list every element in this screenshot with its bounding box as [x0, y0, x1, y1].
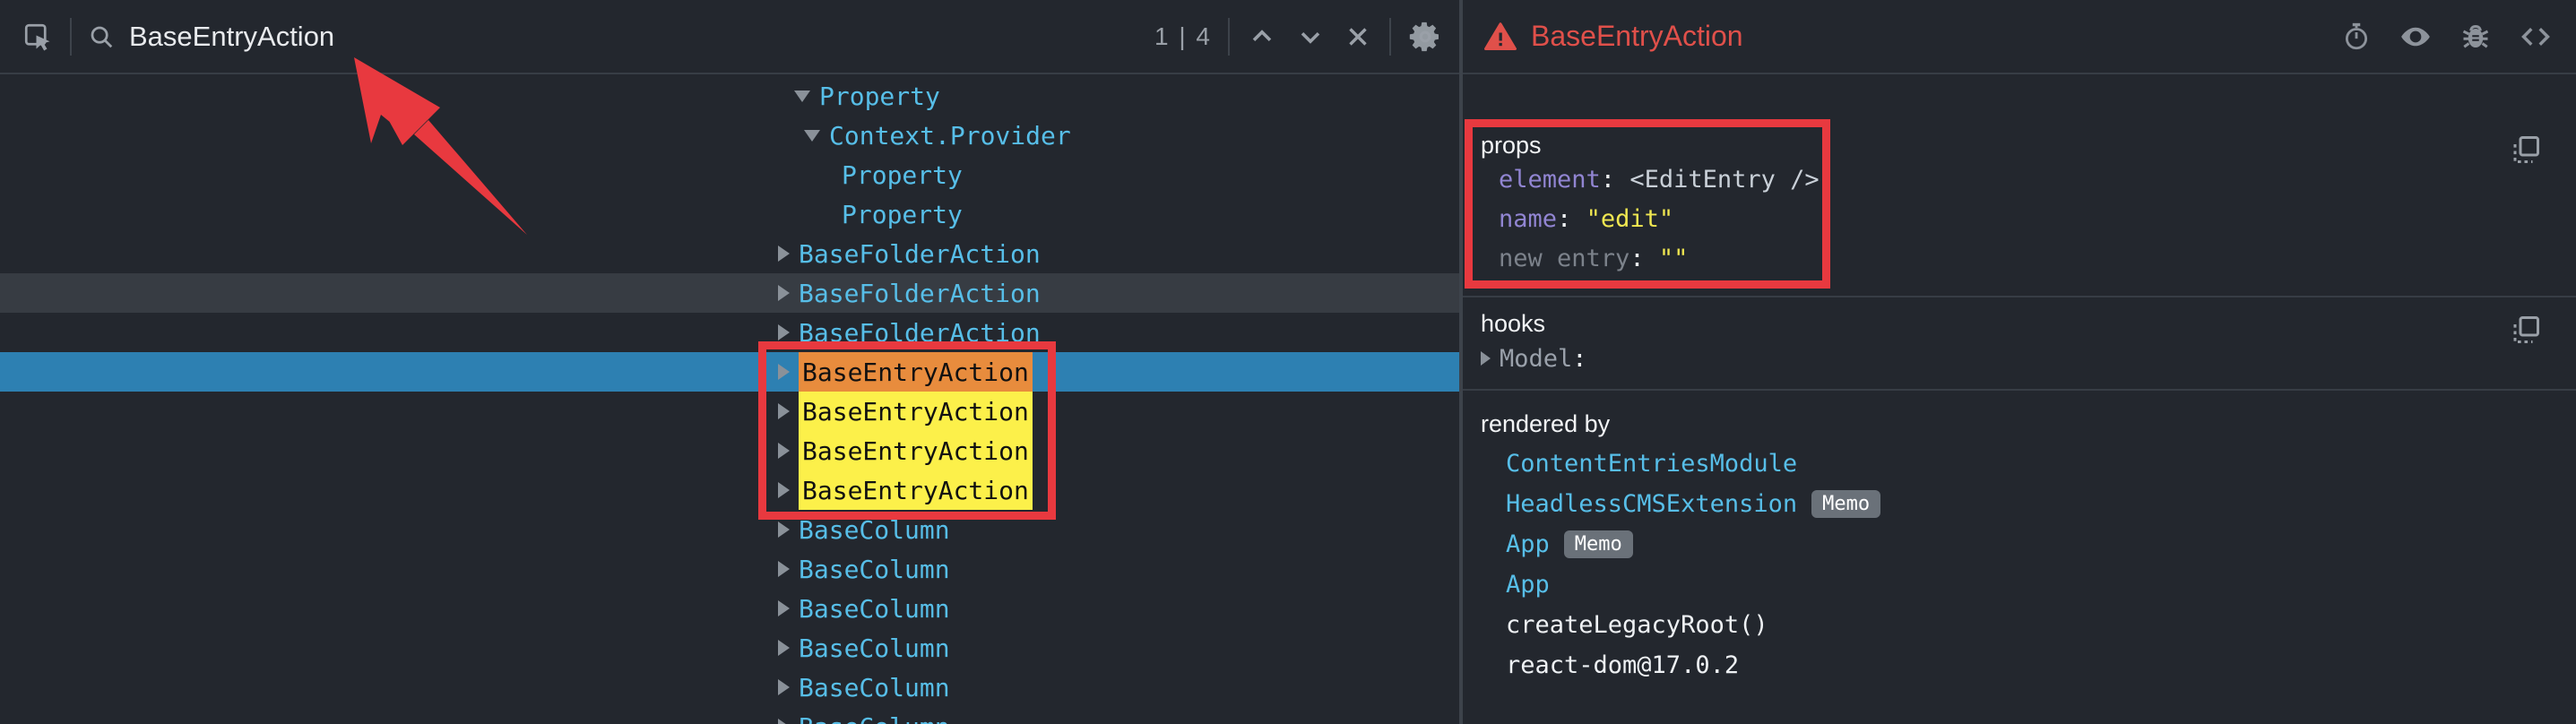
gear-icon[interactable]: [1407, 19, 1443, 55]
rendered-by-section: rendered by ContentEntriesModule Headles…: [1463, 389, 2576, 724]
hook-name: Model: [1500, 345, 1572, 373]
tree-row-hovered[interactable]: BaseFolderAction: [0, 273, 1459, 313]
component-name: BaseColumn: [799, 555, 950, 584]
component-tree: Property Context.Provider Property Prope…: [0, 76, 1459, 724]
component-name: Property: [842, 160, 963, 190]
component-name: BaseColumn: [799, 673, 950, 702]
tree-row[interactable]: Context.Provider: [0, 116, 1459, 155]
component-name: BaseColumn: [799, 594, 950, 624]
tree-row[interactable]: BaseFolderAction: [0, 234, 1459, 273]
chevron-down-icon[interactable]: [1294, 21, 1327, 53]
copy-icon[interactable]: [2510, 314, 2542, 350]
tree-row[interactable]: BaseColumn: [0, 628, 1459, 668]
owner-link[interactable]: App: [1506, 530, 1550, 558]
chevron-up-icon[interactable]: [1246, 21, 1278, 53]
search-result-count: 1 | 4: [1154, 22, 1212, 51]
tree-row[interactable]: BaseFolderAction: [0, 313, 1459, 352]
component-name: BaseFolderAction: [799, 239, 1041, 269]
tree-row[interactable]: Property: [0, 155, 1459, 194]
caret-right-icon[interactable]: [778, 640, 790, 656]
tree-toolbar: 1 | 4: [0, 0, 1459, 74]
toolbar-divider: [70, 18, 72, 56]
annotation-box-props: [1465, 119, 1830, 289]
rendered-by-item[interactable]: App: [1463, 565, 2576, 605]
warning-triangle-icon: [1484, 21, 1517, 53]
rendered-by-label: rendered by: [1463, 410, 2576, 438]
component-name: BaseColumn: [799, 712, 950, 724]
eye-icon[interactable]: [2399, 20, 2433, 54]
toolbar-divider: [1389, 18, 1391, 56]
rendered-by-item: createLegacyRoot(): [1463, 605, 2576, 645]
react-version-label: react-dom@17.0.2: [1506, 651, 1739, 679]
bug-icon[interactable]: [2459, 21, 2492, 53]
hooks-section: hooks Model :: [1463, 296, 2576, 389]
caret-right-icon[interactable]: [778, 600, 790, 616]
hook-row[interactable]: Model :: [1463, 338, 2576, 379]
selected-component-title: BaseEntryAction: [1531, 20, 1743, 53]
rendered-by-item[interactable]: App Memo: [1463, 524, 2576, 565]
tree-row[interactable]: BaseColumn: [0, 668, 1459, 707]
tree-row[interactable]: BaseColumn: [0, 707, 1459, 724]
tree-row[interactable]: BaseColumn: [0, 589, 1459, 628]
tree-row-selected[interactable]: BaseEntryAction: [0, 352, 1459, 392]
caret-down-icon[interactable]: [794, 90, 810, 102]
code-brackets-icon[interactable]: [2519, 20, 2553, 54]
caret-right-icon[interactable]: [778, 246, 790, 262]
component-name: BaseFolderAction: [799, 279, 1041, 308]
tree-row[interactable]: BaseColumn: [0, 510, 1459, 549]
tree-row[interactable]: Property: [0, 76, 1459, 116]
tree-row[interactable]: Property: [0, 194, 1459, 234]
stopwatch-icon[interactable]: [2341, 22, 2372, 52]
colon: :: [1572, 345, 1586, 373]
tree-row[interactable]: BaseEntryAction: [0, 470, 1459, 510]
caret-right-icon[interactable]: [778, 561, 790, 577]
component-name: BaseColumn: [799, 634, 950, 663]
caret-right-icon[interactable]: [778, 521, 790, 538]
component-name: Property: [842, 200, 963, 229]
memo-badge: Memo: [1564, 530, 1633, 558]
details-header: BaseEntryAction: [1463, 0, 2576, 74]
component-name: Property: [819, 82, 940, 111]
toolbar-divider: [1228, 18, 1230, 56]
annotation-box-tree-matches: [758, 341, 1056, 520]
root-label: createLegacyRoot(): [1506, 611, 1768, 639]
caret-right-icon[interactable]: [778, 324, 790, 340]
tree-row[interactable]: BaseEntryAction: [0, 392, 1459, 431]
component-name: Context.Provider: [829, 121, 1071, 151]
tree-row[interactable]: BaseEntryAction: [0, 431, 1459, 470]
tree-row[interactable]: BaseColumn: [0, 549, 1459, 589]
search-input[interactable]: [129, 21, 1154, 53]
owner-link[interactable]: App: [1506, 571, 1550, 599]
caret-right-icon[interactable]: [778, 719, 790, 724]
memo-badge: Memo: [1811, 490, 1880, 518]
caret-down-icon[interactable]: [804, 130, 820, 142]
owner-link[interactable]: ContentEntriesModule: [1506, 450, 1797, 478]
rendered-by-item: react-dom@17.0.2: [1463, 645, 2576, 685]
owner-link[interactable]: HeadlessCMSExtension: [1506, 490, 1797, 518]
rendered-by-item[interactable]: HeadlessCMSExtension Memo: [1463, 484, 2576, 524]
search-icon: [88, 23, 115, 50]
inspect-element-icon[interactable]: [22, 21, 54, 53]
copy-icon[interactable]: [2510, 134, 2542, 170]
rendered-by-item[interactable]: ContentEntriesModule: [1463, 444, 2576, 484]
caret-right-icon[interactable]: [1481, 351, 1491, 366]
caret-right-icon[interactable]: [778, 679, 790, 695]
close-icon[interactable]: [1343, 22, 1373, 52]
caret-right-icon[interactable]: [778, 285, 790, 301]
annotation-arrow: [341, 45, 547, 251]
hooks-label: hooks: [1463, 310, 2576, 338]
